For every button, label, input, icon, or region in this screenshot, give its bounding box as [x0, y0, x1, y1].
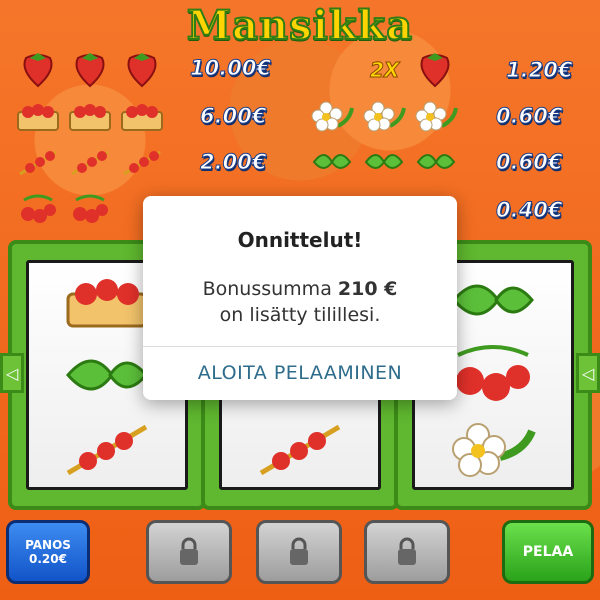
reel-symbol — [222, 412, 378, 487]
paytable-row-strawberry — [16, 52, 164, 88]
skewer-icon — [71, 150, 109, 176]
strawberry-icon — [75, 53, 105, 88]
strawberry-icon — [420, 53, 450, 88]
paytable-amount: 2.00€ — [199, 150, 267, 175]
locked-button[interactable] — [146, 520, 232, 584]
multiplier-label: 2X — [369, 58, 400, 83]
bonus-text: Bonussumma — [202, 278, 338, 300]
bonus-text-2: on lisätty tilillesi. — [219, 304, 381, 326]
paytable-row-basket — [16, 98, 164, 134]
strawberry-icon — [127, 53, 157, 88]
locked-button[interactable] — [256, 520, 342, 584]
paytable-amount: 6.00€ — [199, 104, 267, 129]
flower-icon — [363, 101, 406, 132]
paytable-row-flower — [310, 98, 458, 134]
basket-icon — [66, 279, 148, 328]
paytable-amount: 0.60€ — [495, 104, 563, 129]
paytable-row-bunch — [16, 192, 112, 228]
flower-icon — [452, 423, 536, 478]
lock-icon — [290, 537, 308, 565]
chevron-left-icon: ◁ — [5, 363, 19, 383]
paytable-amount: 0.40€ — [495, 198, 563, 223]
leaf-icon — [364, 154, 404, 169]
dialog-title: Onnittelut! — [237, 228, 363, 252]
chevron-right-icon: ◁ — [581, 363, 595, 383]
flower-icon — [415, 101, 458, 132]
skewer-icon — [259, 425, 341, 476]
reel-symbol — [29, 412, 185, 487]
basket-icon — [17, 104, 59, 131]
strawberry-bunch-icon — [456, 344, 530, 401]
paytable-row-skewer — [16, 144, 164, 180]
bonus-amount: 210 € — [337, 278, 398, 300]
paytable-row-strawberry-mult: 2X — [369, 52, 457, 88]
leaf-icon — [452, 284, 534, 316]
lock-icon — [180, 537, 198, 565]
dialog-message: Bonussumma 210 € on lisätty tilillesi. — [143, 276, 457, 328]
leaf-icon — [312, 154, 352, 169]
flower-icon — [311, 101, 354, 132]
reel-symbol — [415, 412, 571, 487]
game-title: Mansikka — [186, 1, 414, 50]
basket-icon — [121, 104, 163, 131]
play-button[interactable]: PELAA — [502, 520, 594, 584]
strawberry-bunch-icon — [73, 194, 108, 223]
basket-icon — [69, 104, 111, 131]
bet-label: PANOS — [25, 538, 71, 552]
left-arrow-button[interactable]: ◁ — [0, 353, 24, 393]
bonus-dialog: Onnittelut! Bonussumma 210 € on lisätty … — [143, 196, 457, 400]
paytable-amount: 0.60€ — [495, 150, 563, 175]
paytable-row-leaf — [310, 144, 458, 180]
leaf-icon — [416, 154, 456, 169]
skewer-icon — [66, 425, 148, 476]
skewer-icon — [19, 150, 57, 176]
paytable-amount: 1.20€ — [505, 58, 573, 83]
start-playing-button[interactable]: ALOITA PELAAMINEN — [143, 346, 457, 400]
bet-value: 0.20€ — [29, 552, 67, 566]
lock-icon — [398, 537, 416, 565]
leaf-icon — [66, 359, 148, 391]
strawberry-icon — [23, 53, 53, 88]
bet-button[interactable]: PANOS 0.20€ — [6, 520, 90, 584]
right-arrow-button[interactable]: ◁ — [576, 353, 600, 393]
strawberry-bunch-icon — [21, 194, 56, 223]
paytable-amount: 10.00€ — [189, 56, 272, 81]
skewer-icon — [123, 150, 161, 176]
locked-button[interactable] — [364, 520, 450, 584]
